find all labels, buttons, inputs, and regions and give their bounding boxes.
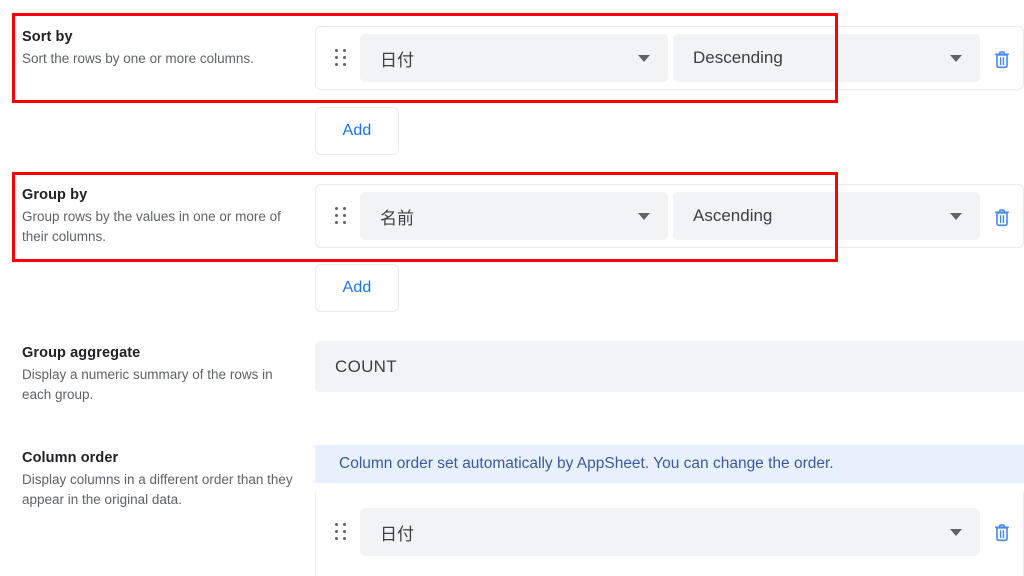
- group-aggregate-label-group: Group aggregate Display a numeric summar…: [22, 343, 298, 404]
- group-aggregate-description: Display a numeric summary of the rows in…: [22, 367, 273, 402]
- sort-by-direction-select[interactable]: Descending: [673, 34, 980, 82]
- sort-by-label-group: Sort by Sort the rows by one or more col…: [22, 27, 298, 69]
- sort-by-delete-button[interactable]: [989, 46, 1015, 72]
- column-order-title: Column order: [22, 450, 119, 466]
- sort-by-column-select[interactable]: 日付: [360, 34, 668, 82]
- group-by-description: Group rows by the values in one or more …: [22, 209, 281, 244]
- column-order-delete-button[interactable]: [989, 519, 1015, 545]
- column-order-description: Display columns in a different order tha…: [22, 472, 293, 507]
- group-by-column-select[interactable]: 名前: [360, 192, 668, 240]
- group-by-direction-value: Ascending: [693, 206, 773, 225]
- drag-handle-icon[interactable]: [328, 43, 354, 73]
- trash-icon: [994, 209, 1010, 227]
- group-aggregate-select[interactable]: COUNT: [315, 341, 1024, 392]
- sort-by-description: Sort the rows by one or more columns.: [22, 51, 254, 66]
- column-order-label-group: Column order Display columns in a differ…: [22, 448, 298, 509]
- column-order-column-value: 日付: [380, 524, 414, 544]
- sort-by-add-button[interactable]: Add: [315, 107, 399, 155]
- settings-panel: Sort by Sort the rows by one or more col…: [0, 0, 1024, 576]
- group-aggregate-title: Group aggregate: [22, 345, 141, 361]
- chevron-down-icon: [950, 55, 962, 62]
- group-by-title: Group by: [22, 187, 88, 203]
- column-order-row: [316, 572, 1023, 576]
- column-order-banner-text: Column order set automatically by AppShe…: [339, 455, 834, 472]
- trash-icon: [994, 51, 1010, 69]
- trash-icon: [994, 524, 1010, 542]
- sort-by-direction-value: Descending: [693, 48, 783, 67]
- group-by-column-value: 名前: [380, 208, 414, 228]
- column-order-list: 日付: [315, 492, 1024, 576]
- chevron-down-icon: [638, 213, 650, 220]
- column-order-info-banner: Column order set automatically by AppShe…: [315, 445, 1024, 483]
- sort-by-title: Sort by: [22, 29, 73, 45]
- drag-handle-icon[interactable]: [328, 201, 354, 231]
- chevron-down-icon: [950, 529, 962, 536]
- drag-handle-icon[interactable]: [328, 517, 354, 547]
- group-by-add-button[interactable]: Add: [315, 264, 399, 312]
- sort-by-column-value: 日付: [380, 50, 414, 70]
- chevron-down-icon: [950, 213, 962, 220]
- sort-by-add-label: Add: [342, 122, 372, 139]
- column-order-row: 日付: [316, 500, 1023, 564]
- sort-by-row: 日付 Descending: [315, 26, 1024, 90]
- chevron-down-icon: [638, 55, 650, 62]
- group-by-row: 名前 Ascending: [315, 184, 1024, 248]
- group-by-add-label: Add: [342, 279, 372, 296]
- column-order-column-select[interactable]: 日付: [360, 508, 980, 556]
- group-aggregate-value: COUNT: [335, 356, 397, 376]
- group-by-delete-button[interactable]: [989, 204, 1015, 230]
- group-by-direction-select[interactable]: Ascending: [673, 192, 980, 240]
- group-by-label-group: Group by Group rows by the values in one…: [22, 185, 298, 246]
